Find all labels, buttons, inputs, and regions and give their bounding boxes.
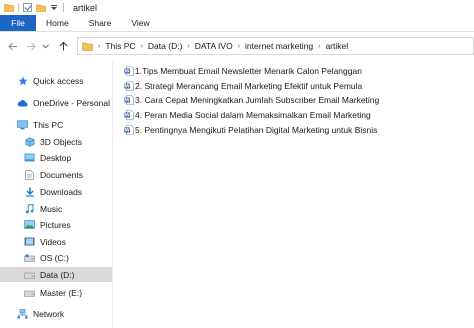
recent-locations-chevron-icon[interactable] [40, 39, 50, 53]
sidebar-item-label: Data (D:) [40, 269, 75, 280]
star-icon [17, 76, 28, 86]
breadcrumb-arrow-icon[interactable]: › [141, 43, 143, 50]
sidebar-item-label: OneDrive - Personal [33, 97, 111, 108]
cube-icon [24, 136, 35, 147]
desktop-icon [24, 153, 35, 163]
breadcrumb-arrow-icon[interactable]: › [238, 43, 240, 50]
sidebar-item-desktop[interactable]: Desktop [0, 150, 112, 165]
tab-view[interactable]: View [121, 15, 159, 31]
file-name: 3. Cara Cepat Meningkatkan Jumlah Subscr… [135, 95, 380, 105]
sidebar-item-music[interactable]: Music [0, 201, 112, 216]
breadcrumb-data-d[interactable]: Data (D:) [148, 41, 182, 51]
file-item[interactable]: W 5. Pentingnya Mengikuti Pelatihan Digi… [124, 123, 377, 137]
sidebar-item-label: Music [40, 203, 63, 214]
sidebar-item-videos[interactable]: Videos [0, 234, 112, 249]
download-icon [24, 187, 35, 197]
sidebar-item-os-c[interactable]: OS (C:) [0, 250, 112, 265]
svg-text:W: W [125, 128, 130, 134]
svg-text:W: W [125, 84, 130, 90]
address-bar[interactable]: › This PC › Data (D:) › DATA IVO › inter… [77, 37, 474, 55]
svg-text:W: W [125, 98, 130, 104]
breadcrumb-data-ivo[interactable]: DATA IVO [195, 41, 233, 51]
customize-toolbar-icon[interactable] [49, 3, 59, 12]
word-document-icon: W [124, 81, 134, 91]
word-document-icon: W [124, 66, 134, 76]
sidebar-item-label: Master (E:) [40, 287, 83, 298]
drive-icon [24, 270, 35, 280]
sidebar-item-label: This PC [33, 119, 64, 130]
ribbon-tabs: File Home Share View [0, 15, 474, 32]
title-separator [63, 3, 64, 12]
network-icon [17, 308, 28, 319]
properties-icon[interactable] [23, 3, 32, 12]
computer-icon [17, 119, 28, 130]
folder-icon [82, 42, 93, 51]
word-document-icon: W [124, 125, 134, 135]
navigation-pane: Quick access OneDrive - Personal This PC… [0, 60, 112, 328]
sidebar-item-downloads[interactable]: Downloads [0, 184, 112, 199]
word-document-icon: W [124, 110, 134, 120]
up-arrow-icon[interactable] [56, 39, 70, 53]
pictures-icon [24, 220, 35, 230]
pane-divider[interactable] [112, 60, 113, 328]
sidebar-item-label: OS (C:) [40, 252, 69, 263]
svg-text:W: W [125, 69, 130, 75]
title-separator [18, 3, 19, 12]
file-name: 5. Pentingnya Mengikuti Pelatihan Digita… [135, 125, 378, 135]
cloud-icon [17, 98, 28, 108]
breadcrumb-artikel[interactable]: artikel [325, 41, 348, 51]
file-item[interactable]: W 4. Peran Media Social dalam Memaksimal… [124, 108, 371, 122]
sidebar-item-3d-objects[interactable]: 3D Objects [0, 134, 112, 149]
file-name: 4. Peran Media Social dalam Memaksimalka… [135, 110, 371, 120]
navigation-bar: › This PC › Data (D:) › DATA IVO › inter… [0, 32, 474, 60]
breadcrumb-arrow-icon[interactable]: › [318, 43, 320, 50]
sidebar-item-label: Network [33, 308, 65, 319]
sidebar-item-documents[interactable]: Documents [0, 167, 112, 182]
file-item[interactable]: W 2. Strategi Merancang Email Marketing … [124, 79, 362, 93]
sidebar-item-label: Videos [40, 236, 66, 247]
title-bar: artikel [0, 0, 474, 15]
tab-file[interactable]: File [0, 15, 36, 31]
file-item[interactable]: W 1.Tips Membuat Email Newsletter Menari… [124, 64, 362, 78]
word-document-icon: W [124, 95, 134, 105]
file-name: 1.Tips Membuat Email Newsletter Menarik … [135, 66, 362, 76]
breadcrumb-this-pc[interactable]: This PC [105, 41, 135, 51]
new-folder-icon[interactable] [36, 4, 46, 12]
sidebar-item-network[interactable]: Network [0, 306, 112, 321]
breadcrumb-arrow-icon[interactable]: › [98, 43, 100, 50]
videos-icon [24, 237, 35, 247]
breadcrumb-internet-marketing[interactable]: internet marketing [245, 41, 313, 51]
breadcrumb-arrow-icon[interactable]: › [187, 43, 189, 50]
svg-text:W: W [125, 113, 130, 119]
music-icon [24, 203, 35, 214]
sidebar-item-label: Documents [40, 169, 83, 180]
sidebar-item-label: Pictures [40, 219, 71, 230]
sidebar-item-pictures[interactable]: Pictures [0, 217, 112, 232]
sidebar-item-onedrive[interactable]: OneDrive - Personal [0, 95, 112, 110]
sidebar-item-label: Desktop [40, 152, 72, 163]
sidebar-item-data-d[interactable]: Data (D:) [0, 267, 112, 282]
sidebar-item-label: Downloads [40, 186, 83, 197]
sidebar-item-quick-access[interactable]: Quick access [0, 73, 112, 88]
tab-home[interactable]: Home [36, 15, 79, 31]
sidebar-item-this-pc[interactable]: This PC [0, 117, 112, 132]
forward-arrow-icon[interactable] [24, 39, 38, 53]
folder-icon [4, 4, 14, 12]
drive-icon [24, 253, 35, 263]
drive-icon [24, 288, 35, 298]
sidebar-item-label: Quick access [33, 75, 84, 86]
tab-share[interactable]: Share [79, 15, 122, 31]
file-item[interactable]: W 3. Cara Cepat Meningkatkan Jumlah Subs… [124, 93, 379, 107]
sidebar-item-label: 3D Objects [40, 136, 83, 147]
back-arrow-icon[interactable] [6, 39, 20, 53]
window-title: artikel [73, 2, 98, 13]
sidebar-item-master-e[interactable]: Master (E:) [0, 285, 112, 300]
documents-icon [24, 169, 35, 180]
file-name: 2. Strategi Merancang Email Marketing Ef… [135, 81, 363, 91]
